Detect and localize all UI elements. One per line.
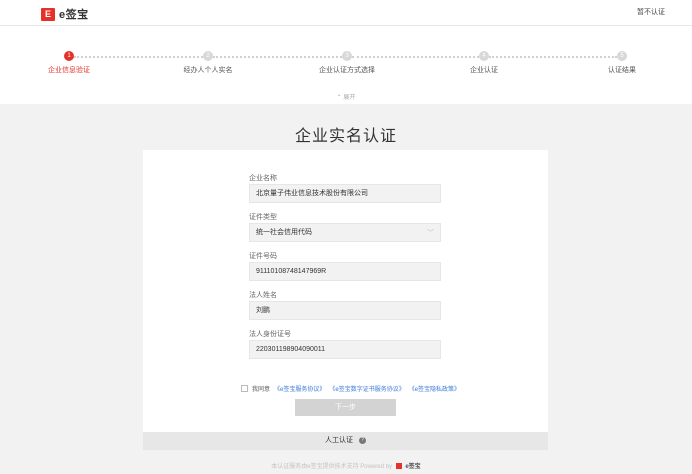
step-2-dot: 2 <box>203 51 213 61</box>
help-icon[interactable]: ? <box>358 436 366 444</box>
legal-id-input[interactable]: 220301198904090011 <box>249 340 441 359</box>
footer: 本认证服务由e签宝提供技术支持 Powered by e签宝 <box>0 461 692 470</box>
next-button[interactable]: 下一步 <box>295 399 396 416</box>
step-1-dot: 1 <box>64 51 74 61</box>
cert-number-label: 证件号码 <box>249 253 277 260</box>
footer-logo-icon <box>395 463 402 470</box>
manual-certification-label: 人工认证 <box>325 437 354 444</box>
agreement-row: 我同意 《e签宝服务协议》 《e签宝数字证书服务协议》 《e签宝隐私政策》 <box>241 384 460 393</box>
certificate-agreement-link[interactable]: 《e签宝数字证书服务协议》 <box>329 384 404 393</box>
step-3: 3 企业认证方式选择 <box>302 51 392 75</box>
manual-certification-button[interactable]: 人工认证 ? <box>143 432 548 450</box>
step-1: 1 企业信息验证 <box>24 51 114 75</box>
cert-type-select[interactable]: 统一社会信用代码 ﹀ <box>249 223 441 242</box>
logo-text: e签宝 <box>59 9 89 21</box>
legal-name-label: 法人姓名 <box>249 292 277 299</box>
company-name-input[interactable]: 北京量子伟业信息技术股份有限公司 <box>249 184 441 203</box>
legal-name-field: 法人姓名 刘鹏 <box>249 290 441 320</box>
step-3-label: 企业认证方式选择 <box>319 67 375 74</box>
legal-id-label: 法人身份证号 <box>249 331 291 338</box>
logo: E e签宝 <box>41 6 89 22</box>
agreement-checkbox[interactable] <box>241 385 248 392</box>
expand-toggle[interactable]: ⌃ 展开 <box>0 92 692 101</box>
step-5-label: 认证结果 <box>608 67 636 74</box>
cert-number-input[interactable]: 91110108748147969R <box>249 262 441 281</box>
footer-brand: e签宝 <box>405 464 421 470</box>
step-3-dot: 3 <box>342 51 352 61</box>
step-5-dot: 5 <box>617 51 627 61</box>
step-4-dot: 4 <box>479 51 489 61</box>
step-4: 4 企业认证 <box>439 51 529 75</box>
privacy-policy-link[interactable]: 《e签宝隐私政策》 <box>409 384 460 393</box>
esign-logo-icon: E <box>41 7 55 21</box>
company-name-field: 企业名称 北京量子伟业信息技术股份有限公司 <box>249 173 441 203</box>
progress-steps: 1 企业信息验证 2 经办人个人实名 3 企业认证方式选择 4 企业认证 5 认… <box>0 26 692 104</box>
service-agreement-link[interactable]: 《e签宝服务协议》 <box>274 384 325 393</box>
cert-number-field: 证件号码 91110108748147969R <box>249 251 441 281</box>
certification-form: 企业名称 北京量子伟业信息技术股份有限公司 证件类型 统一社会信用代码 ﹀ 证件… <box>143 150 548 432</box>
company-name-label: 企业名称 <box>249 175 277 182</box>
agreement-prefix: 我同意 <box>252 387 271 393</box>
cert-type-field: 证件类型 统一社会信用代码 ﹀ <box>249 212 441 242</box>
skip-certification-link[interactable]: 暂不认证 <box>637 7 665 17</box>
footer-text: 本认证服务由e签宝提供技术支持 Powered by <box>271 464 392 470</box>
legal-id-field: 法人身份证号 220301198904090011 <box>249 329 441 359</box>
chevron-down-icon: ﹀ <box>427 230 434 237</box>
step-5: 5 认证结果 <box>577 51 667 75</box>
cert-type-value: 统一社会信用代码 <box>256 229 312 236</box>
step-2-label: 经办人个人实名 <box>183 67 233 74</box>
top-bar: E e签宝 暂不认证 <box>0 0 692 26</box>
cert-type-label: 证件类型 <box>249 214 277 221</box>
legal-name-input[interactable]: 刘鹏 <box>249 301 441 320</box>
step-1-label: 企业信息验证 <box>48 67 90 74</box>
page-title: 企业实名认证 <box>294 128 397 145</box>
step-4-label: 企业认证 <box>470 67 498 74</box>
step-2: 2 经办人个人实名 <box>163 51 253 75</box>
